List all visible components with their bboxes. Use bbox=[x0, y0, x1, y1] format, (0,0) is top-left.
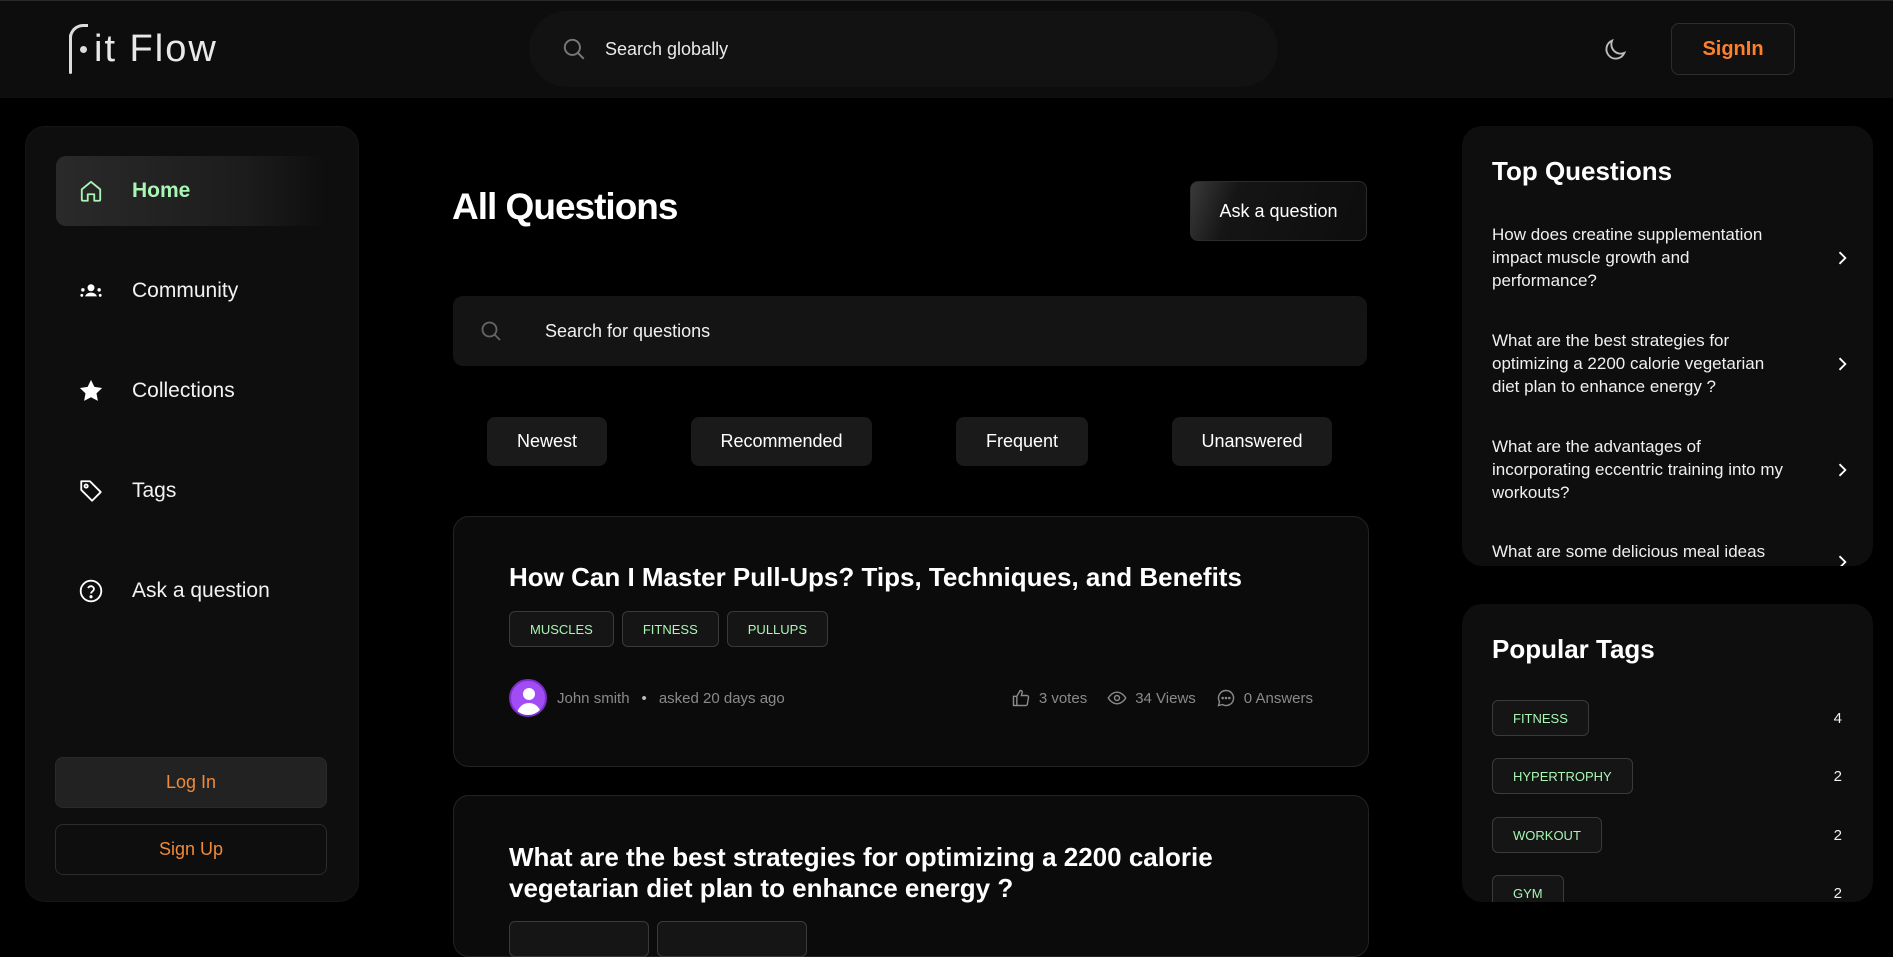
votes-stat: 3 votes bbox=[1011, 688, 1087, 708]
panel-title: Popular Tags bbox=[1492, 634, 1655, 664]
sidebar-item-label: Home bbox=[132, 179, 191, 202]
message-icon bbox=[1217, 689, 1235, 707]
question-search-input[interactable] bbox=[543, 319, 1247, 343]
tag-badge[interactable]: WORKOUT bbox=[1492, 817, 1602, 853]
logo-mark bbox=[66, 22, 90, 76]
filter-unanswered[interactable]: Unanswered bbox=[1172, 417, 1332, 466]
tag-badge[interactable]: MUSCLES bbox=[509, 611, 614, 647]
top-question-text: What are the best strategies for optimiz… bbox=[1492, 331, 1765, 396]
question-search-bar[interactable] bbox=[453, 296, 1367, 366]
sidebar-item-label: Tags bbox=[132, 479, 177, 502]
top-question-item[interactable]: What are some delicious meal ideas bbox=[1492, 540, 1852, 566]
logo-text: it Flow bbox=[94, 27, 218, 70]
filter-frequent[interactable]: Frequent bbox=[956, 417, 1088, 466]
global-search-input[interactable] bbox=[603, 37, 1207, 61]
home-icon bbox=[76, 176, 106, 206]
sidebar-item-label: Ask a question bbox=[132, 579, 270, 602]
top-question-text: How does creatine supplementation impact… bbox=[1492, 225, 1763, 290]
tag-count: 2 bbox=[1833, 884, 1842, 902]
top-questions-panel: Top Questions How does creatine suppleme… bbox=[1462, 126, 1873, 566]
question-title[interactable]: How Can I Master Pull-Ups? Tips, Techniq… bbox=[509, 562, 1242, 593]
signin-button[interactable]: SignIn bbox=[1671, 23, 1795, 75]
tag-badge[interactable]: GYM bbox=[1492, 875, 1564, 902]
page-title: All Questions bbox=[452, 186, 678, 227]
popular-tag-row[interactable]: HYPERTROPHY 2 bbox=[1492, 758, 1842, 794]
top-question-item[interactable]: What are the advantages of incorporating… bbox=[1492, 435, 1852, 504]
views-stat: 34 Views bbox=[1107, 688, 1196, 708]
question-icon bbox=[76, 576, 106, 606]
author-name[interactable]: John smith bbox=[557, 690, 630, 707]
separator-dot: • bbox=[641, 689, 647, 707]
ask-question-button[interactable]: Ask a question bbox=[1190, 181, 1367, 241]
chevron-right-icon bbox=[1838, 357, 1847, 370]
chevron-right-icon bbox=[1838, 555, 1847, 566]
signup-button[interactable]: Sign Up bbox=[55, 824, 327, 875]
votes-count: 3 votes bbox=[1038, 689, 1088, 707]
popular-tag-row[interactable]: GYM 2 bbox=[1492, 875, 1842, 902]
global-search-bar[interactable] bbox=[529, 11, 1278, 87]
sidebar-item-home[interactable]: Home bbox=[56, 156, 326, 226]
top-question-item[interactable]: What are the best strategies for optimiz… bbox=[1492, 329, 1852, 398]
top-question-text: What are some delicious meal ideas bbox=[1492, 542, 1766, 561]
popular-tag-row[interactable]: WORKOUT 2 bbox=[1492, 817, 1842, 853]
sidebar-item-community[interactable]: Community bbox=[56, 256, 326, 326]
avatar[interactable] bbox=[509, 679, 547, 717]
filter-newest[interactable]: Newest bbox=[487, 417, 607, 466]
answers-stat: 0 Answers bbox=[1216, 688, 1313, 708]
search-icon bbox=[563, 38, 585, 60]
sidebar-item-tags[interactable]: Tags bbox=[56, 456, 326, 526]
star-icon bbox=[76, 376, 106, 406]
question-meta: John smith • asked 20 days ago 3 votes 3… bbox=[509, 679, 1313, 717]
tag-count: 2 bbox=[1833, 826, 1842, 844]
popular-tags-panel: Popular Tags FITNESS 4 HYPERTROPHY 2 WOR… bbox=[1462, 604, 1873, 902]
login-button[interactable]: Log In bbox=[55, 757, 327, 808]
views-count: 34 Views bbox=[1135, 689, 1196, 707]
chevron-right-icon bbox=[1838, 463, 1847, 476]
tag-count: 4 bbox=[1833, 709, 1842, 727]
sidebar-item-label: Community bbox=[132, 279, 239, 302]
sidebar-item-ask-question[interactable]: Ask a question bbox=[56, 556, 326, 626]
question-title[interactable]: What are the best strategies for optimiz… bbox=[509, 842, 1229, 904]
tag-badge[interactable]: PULLUPS bbox=[726, 611, 829, 647]
tag-badge[interactable]: HYPERTROPHY bbox=[1492, 758, 1633, 794]
eye-icon bbox=[1107, 691, 1127, 705]
logo[interactable]: it Flow bbox=[66, 22, 218, 76]
sidebar-item-collections[interactable]: Collections bbox=[56, 356, 326, 426]
community-icon bbox=[76, 276, 106, 306]
search-icon bbox=[481, 321, 501, 341]
chevron-right-icon bbox=[1838, 251, 1847, 264]
filter-recommended[interactable]: Recommended bbox=[691, 417, 872, 466]
thumbs-up-icon bbox=[1012, 689, 1030, 707]
moon-icon[interactable] bbox=[1601, 36, 1629, 64]
tag-badge[interactable]: FITNESS bbox=[1492, 700, 1589, 736]
question-tags: MUSCLES FITNESS PULLUPS bbox=[509, 611, 836, 647]
left-sidebar: Home Community Collections Tags Ask a qu… bbox=[25, 126, 359, 902]
sidebar-item-label: Collections bbox=[132, 379, 235, 402]
tag-count: 2 bbox=[1833, 767, 1842, 785]
tag-badge[interactable]: FITNESS bbox=[621, 611, 719, 647]
tag-badge[interactable] bbox=[509, 921, 649, 957]
popular-tag-row[interactable]: FITNESS 4 bbox=[1492, 700, 1842, 736]
tag-icon bbox=[76, 476, 106, 506]
asked-time: asked 20 days ago bbox=[658, 689, 785, 707]
tag-badge[interactable] bbox=[657, 921, 807, 957]
answers-count: 0 Answers bbox=[1243, 689, 1313, 707]
question-tags bbox=[509, 921, 815, 957]
panel-title: Top Questions bbox=[1492, 156, 1673, 186]
question-card[interactable]: How Can I Master Pull-Ups? Tips, Techniq… bbox=[453, 516, 1369, 767]
question-card[interactable]: What are the best strategies for optimiz… bbox=[453, 795, 1369, 957]
top-question-item[interactable]: How does creatine supplementation impact… bbox=[1492, 223, 1852, 292]
top-question-text: What are the advantages of incorporating… bbox=[1492, 437, 1784, 502]
